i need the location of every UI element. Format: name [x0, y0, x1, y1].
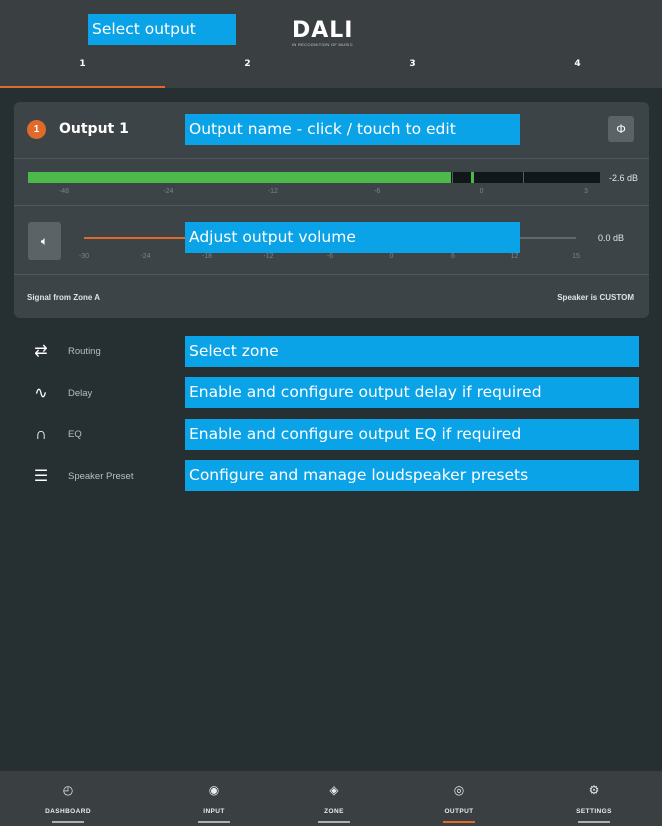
tab-output-3[interactable]: 3 [330, 50, 495, 88]
scale-tick-label: -12 [267, 188, 278, 195]
nav-indicator [198, 821, 230, 823]
nav-indicator [443, 821, 475, 823]
phase-button[interactable]: Φ [608, 116, 634, 142]
logo-tagline: IN RECOGNITION OF MUSIC [292, 42, 353, 47]
dali-logo: DALI IN RECOGNITION OF MUSIC [292, 18, 372, 48]
output-tabs: 1 2 3 4 [0, 50, 662, 88]
mute-button[interactable]: 🔈︎ [28, 222, 61, 260]
nav-output[interactable]: ◎ OUTPUT [393, 771, 525, 826]
menu-label: Routing [68, 346, 101, 357]
scale-tick-label: -24 [140, 253, 151, 260]
output-icon: ◎ [453, 783, 465, 797]
nav-zone[interactable]: ◈ ZONE [268, 771, 400, 826]
output-name[interactable]: Output 1 [59, 120, 129, 139]
scale-tick-label: 0 [479, 188, 484, 195]
meter-peak [471, 172, 474, 183]
speaker-type: Speaker is CUSTOM [557, 293, 634, 302]
menu-item-speaker-preset[interactable]: ☰ Speaker Preset [28, 461, 178, 492]
scale-tick-label: -12 [263, 253, 274, 260]
nav-label: DASHBOARD [45, 808, 91, 815]
scale-tick-label: -48 [58, 188, 70, 195]
tab-output-2[interactable]: 2 [165, 50, 330, 88]
phase-icon: Φ [616, 122, 626, 136]
volume-readout: 0.0 dB [598, 233, 625, 243]
meter-segment [523, 172, 524, 183]
scale-tick-label: -18 [201, 253, 213, 260]
menu-label: Speaker Preset [68, 471, 134, 482]
signal-source: Signal from Zone A [27, 293, 101, 302]
nav-label: SETTINGS [576, 808, 612, 815]
output-number-badge: 1 [27, 120, 46, 139]
nav-label: OUTPUT [444, 808, 474, 815]
menu-item-eq[interactable]: ∩ EQ [28, 419, 178, 450]
note-select-zone: Select zone [185, 336, 639, 367]
nav-input[interactable]: ◉ INPUT [148, 771, 280, 826]
note-eq: Enable and configure output EQ if requir… [185, 419, 639, 450]
dashboard-icon: ◴ [62, 783, 74, 797]
nav-label: INPUT [203, 808, 225, 815]
meter-segment [452, 172, 453, 183]
note-delay: Enable and configure output delay if req… [185, 377, 639, 408]
nav-indicator [318, 821, 350, 823]
scale-tick-label: 0 [389, 253, 394, 260]
tab-output-4[interactable]: 4 [495, 50, 660, 88]
scale-tick-label: 6 [451, 253, 455, 260]
scale-tick-label: -24 [163, 188, 174, 195]
level-meter [28, 172, 600, 183]
menu-label: Delay [68, 388, 93, 399]
zone-icon: ◈ [329, 783, 339, 797]
routing-icon: ⇄ [34, 343, 48, 360]
nav-settings[interactable]: ⚙ SETTINGS [528, 771, 660, 826]
delay-icon: ∿ [34, 385, 48, 402]
menu-item-routing[interactable]: ⇄ Routing [28, 336, 178, 367]
divider [14, 274, 649, 275]
note-select-output: Select output [88, 14, 236, 45]
divider [14, 205, 649, 206]
bottom-navigation: ◴ DASHBOARD ◉ INPUT ◈ ZONE ◎ OUTPUT ⚙ SE… [0, 771, 662, 826]
nav-indicator [52, 821, 84, 823]
note-output-name: Output name - click / touch to edit [185, 114, 520, 145]
scale-tick-label: 15 [572, 253, 580, 260]
nav-indicator [578, 821, 610, 823]
menu-item-delay[interactable]: ∿ Delay [28, 378, 178, 409]
divider [14, 158, 649, 159]
speaker-volume-icon: 🔈︎ [40, 234, 49, 248]
tab-output-1[interactable]: 1 [0, 50, 165, 88]
meter-fill [28, 172, 452, 183]
scale-tick-label: -6 [374, 188, 381, 195]
scale-tick-label: 12 [510, 253, 519, 260]
scale-tick-label: -30 [78, 253, 90, 260]
meter-readout: -2.6 dB [608, 173, 639, 183]
note-speaker-preset: Configure and manage loudspeaker presets [185, 460, 639, 491]
nav-dashboard[interactable]: ◴ DASHBOARD [2, 771, 134, 826]
settings-icon: ⚙ [588, 783, 600, 797]
speaker-preset-icon: ☰ [33, 468, 49, 485]
scale-tick-label: 3 [584, 188, 588, 195]
note-adjust-volume: Adjust output volume [185, 222, 520, 253]
input-icon: ◉ [208, 783, 220, 797]
logo-text: DALI [292, 18, 354, 43]
nav-label: ZONE [324, 808, 344, 815]
eq-icon: ∩ [35, 426, 47, 443]
menu-label: EQ [68, 429, 82, 440]
scale-tick-label: -6 [326, 253, 334, 260]
